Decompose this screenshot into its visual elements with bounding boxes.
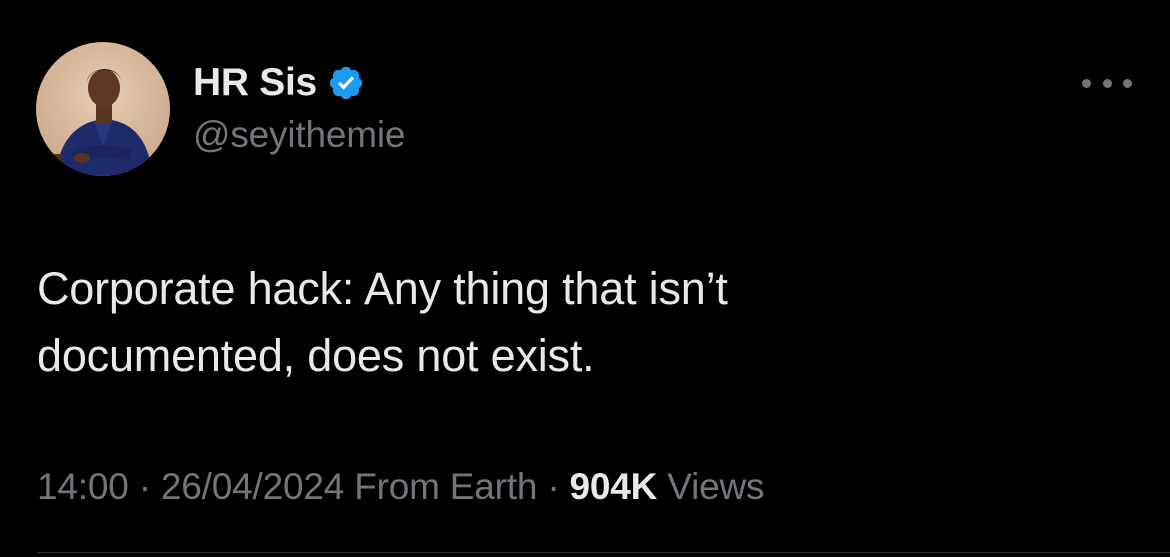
more-dot xyxy=(1082,78,1091,88)
author-handle[interactable]: @seyithemie xyxy=(193,114,405,156)
views-label[interactable]: Views xyxy=(667,466,764,507)
tweet-source: From Earth xyxy=(354,466,538,507)
more-dot xyxy=(1123,78,1132,88)
tweet-card: HR Sis @seyithemie Corporate hack: Any t… xyxy=(0,0,1170,557)
verified-badge-icon[interactable] xyxy=(327,64,365,102)
avatar-image xyxy=(36,42,170,176)
tweet-date[interactable]: 26/04/2024 xyxy=(161,466,344,507)
meta-separator: · xyxy=(138,466,151,507)
tweet-meta: 14:00 · 26/04/2024 From Earth · 904K Vie… xyxy=(37,466,765,508)
author-display-name[interactable]: HR Sis xyxy=(193,61,317,105)
divider xyxy=(37,552,1170,553)
tweet-time[interactable]: 14:00 xyxy=(37,466,129,507)
views-count[interactable]: 904K xyxy=(570,466,658,507)
more-dot xyxy=(1102,78,1112,88)
avatar[interactable] xyxy=(36,42,170,176)
author-name-row[interactable]: HR Sis xyxy=(193,58,365,108)
meta-separator: · xyxy=(547,466,560,507)
more-options-icon[interactable] xyxy=(1082,68,1132,98)
tweet-text: Corporate hack: Any thing that isn’t doc… xyxy=(37,263,728,381)
